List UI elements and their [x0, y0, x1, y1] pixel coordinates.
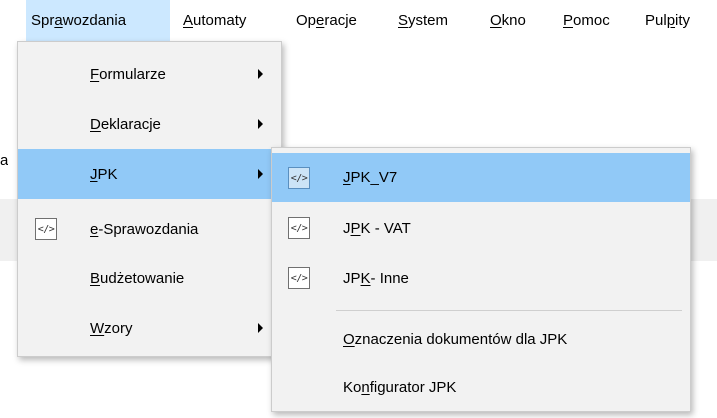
submenu-item-jpk-vat[interactable]: </> JPK - VAT — [272, 203, 690, 253]
menu-separator — [336, 310, 682, 311]
menu-mnemonic: K — [360, 269, 371, 287]
submenu-item-konfigurator-jpk[interactable]: Ko n figurator JPK — [272, 364, 690, 410]
label-part: eklaracje — [100, 115, 161, 133]
menu-label-part: wozdania — [62, 12, 127, 29]
label-part: -Sprawozdania — [98, 220, 199, 238]
menubar: Sprawozdania Automaty Operacje System Ok… — [0, 0, 717, 41]
menu-mnemonic: W — [90, 319, 105, 337]
menu-mnemonic: S — [398, 12, 409, 29]
menu-mnemonic: A — [183, 12, 194, 29]
label-part: J — [343, 219, 351, 237]
label-part: PK_V7 — [350, 169, 398, 186]
label-part: Ko — [343, 378, 362, 396]
submenu-arrow-icon — [258, 169, 263, 179]
code-icon: </> — [288, 267, 310, 289]
menu-mnemonic: P — [563, 12, 574, 29]
label-part: K - VAT — [360, 219, 411, 237]
menu-mnemonic: J — [90, 165, 98, 183]
code-icon: </> — [288, 217, 310, 239]
menu-item-label: Oznaczenia dokumentów dla JPK — [343, 316, 567, 362]
label-part: udżetowanie — [100, 269, 185, 287]
menu-pomoc[interactable]: Pomoc — [563, 0, 610, 41]
menu-mnemonic: O — [343, 330, 355, 348]
menu-mnemonic: e — [90, 220, 99, 238]
menu-label-part: utomaty — [193, 12, 247, 29]
menu-item-label: J PK_V7 — [343, 153, 397, 202]
code-icon: </> — [35, 218, 57, 240]
label-part: znaczenia dokumentów dla JPK — [354, 330, 568, 348]
menu-label-part: Op — [296, 12, 317, 29]
code-icon: </> — [288, 167, 310, 189]
label-part: PK — [97, 165, 118, 183]
menu-mnemonic: J — [343, 169, 351, 186]
menu-label-part: ystem — [408, 12, 449, 29]
menu-sprawozdania[interactable]: Sprawozdania — [26, 0, 170, 41]
submenu-arrow-icon — [258, 119, 263, 129]
menu-okno[interactable]: Okno — [490, 0, 526, 41]
jpk-submenu: </> J PK_V7 </> JPK - VAT </> JP K - Inne … — [271, 147, 691, 412]
menu-automaty[interactable]: Automaty — [183, 0, 246, 41]
menu-item-label: JPK - VAT — [343, 203, 411, 253]
submenu-arrow-icon — [258, 69, 263, 79]
menu-label-part: Pul — [645, 12, 667, 29]
menu-item-jpk[interactable]: J PK — [18, 149, 281, 199]
menu-label-part: omoc — [573, 12, 610, 29]
submenu-item-oznaczenia-dokumentow[interactable]: Oznaczenia dokumentów dla JPK — [272, 316, 690, 362]
menu-mnemonic: p — [666, 12, 676, 29]
menu-item-label: Formularze — [90, 52, 166, 96]
label-part: ormularze — [99, 65, 166, 83]
menu-item-wzory[interactable]: Wzory — [18, 304, 281, 352]
menu-label-part: Spr — [31, 12, 55, 29]
menu-mnemonic: P — [350, 219, 361, 237]
menu-item-label: JP K - Inne — [343, 253, 409, 303]
background-text-fragment: a — [0, 152, 8, 169]
menu-mnemonic: B — [90, 269, 101, 287]
menu-mnemonic: D — [90, 115, 101, 133]
submenu-arrow-icon — [258, 323, 263, 333]
menu-item-deklaracje[interactable]: Deklaracje — [18, 102, 281, 146]
menu-mnemonic: F — [90, 65, 100, 83]
menu-item-label: e -Sprawozdania — [90, 204, 198, 254]
label-part: figurator JPK — [369, 378, 457, 396]
menu-pulpity[interactable]: Pulpity — [645, 0, 690, 41]
label-part: - Inne — [370, 269, 409, 287]
menu-item-label: Wzory — [90, 304, 133, 352]
menu-item-label: J PK — [90, 149, 118, 199]
label-part: zory — [104, 319, 133, 337]
submenu-item-jpk-v7[interactable]: </> J PK_V7 — [272, 153, 690, 202]
label-part: JP — [343, 269, 361, 287]
menu-system[interactable]: System — [398, 0, 448, 41]
menu-item-formularze[interactable]: Formularze — [18, 52, 281, 96]
menu-item-label: Budżetowanie — [90, 254, 184, 302]
menu-item-label: Ko n figurator JPK — [343, 364, 456, 410]
menu-label-part: racje — [324, 12, 357, 29]
menu-label-part: ity — [675, 12, 691, 29]
menu-mnemonic: a — [54, 12, 63, 29]
submenu-item-jpk-inne[interactable]: </> JP K - Inne — [272, 253, 690, 303]
menu-mnemonic: O — [490, 12, 502, 29]
menu-item-e-sprawozdania[interactable]: </> e -Sprawozdania — [18, 204, 281, 254]
menu-item-label: Deklaracje — [90, 102, 161, 146]
menu-item-budzetowanie[interactable]: Budżetowanie — [18, 254, 281, 302]
menu-operacje[interactable]: Operacje — [296, 0, 357, 41]
menu-mnemonic: n — [361, 378, 370, 396]
menu-label-part: kno — [501, 12, 526, 29]
sprawozdania-dropdown: Formularze Deklaracje J PK </> e -Sprawozd… — [17, 41, 282, 357]
